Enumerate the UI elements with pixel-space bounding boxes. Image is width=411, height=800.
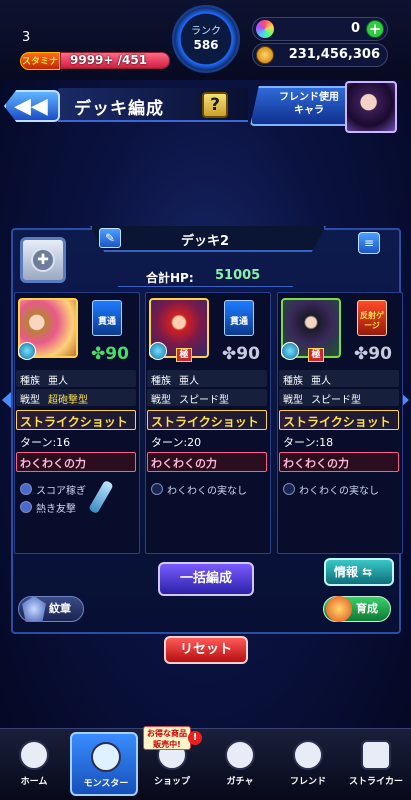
deck-name: デッキ2 <box>180 234 230 249</box>
edit-deck-name-button[interactable]: ✎ <box>99 228 121 248</box>
ability-label: わくわくの力 <box>20 457 86 470</box>
luck-2: ✤90 <box>222 344 260 364</box>
deck-list-button[interactable]: ≡ <box>358 232 380 254</box>
style-label: 戦型 <box>20 395 40 406</box>
gauge-skill-1: わくわくの実なし <box>167 486 247 497</box>
race-label: 種族 <box>20 376 40 387</box>
gacha-icon <box>225 740 255 770</box>
grow-icon <box>326 596 352 622</box>
strike-shot-turn: ターン:16 <box>20 436 71 449</box>
nav-shop-label: ショップ <box>153 777 190 787</box>
strike-shot-turn: ターン:20 <box>151 436 202 449</box>
style-label: 戦型 <box>151 395 171 406</box>
sale-badge-line2: 販売中! <box>153 740 181 749</box>
coin-value: 231,456,306 <box>288 47 380 62</box>
gauge-skill-1: わくわくの実なし <box>299 486 379 497</box>
gauge-skill-icon <box>151 483 163 495</box>
reset-button[interactable]: リセット <box>164 636 248 664</box>
gauge-skill-icon <box>20 483 32 495</box>
striker-icon <box>361 740 391 770</box>
help-button[interactable]: ? <box>202 92 228 118</box>
gauge-skill-1: スコア稼ぎ <box>36 486 86 497</box>
race-value: 亜人 <box>48 376 68 387</box>
luck-value: 90 <box>368 344 392 364</box>
nav-home-label: ホーム <box>20 777 48 787</box>
bulk-edit-button[interactable]: 一括編成 <box>158 562 254 596</box>
type-badge-2: 貫通 <box>224 300 254 336</box>
strike-shot-label: ストライクショット <box>283 415 391 429</box>
race-label: 種族 <box>151 376 171 387</box>
nav-friend-label: フレンド <box>289 777 326 787</box>
nav-home[interactable]: ホーム <box>0 732 68 796</box>
strike-shot-label: ストライクショット <box>20 415 128 429</box>
element-orb-icon <box>149 342 167 360</box>
buy-gems-button[interactable]: + <box>366 20 384 38</box>
notification-dot: ! <box>188 731 202 745</box>
lock-icon: ✚ <box>31 248 55 272</box>
sale-badge: お得な商品販売中! <box>143 726 191 750</box>
ability-label: わくわくの力 <box>283 457 349 470</box>
luck-1: ✤90 <box>91 344 129 364</box>
back-arrow-icon: ◀◀ <box>14 94 48 119</box>
gauge-skill-icon <box>20 501 32 513</box>
ability-label: わくわくの力 <box>151 457 217 470</box>
total-hp-label: 合計HP: <box>146 271 194 285</box>
rank-label: ランク <box>191 26 221 37</box>
friend-avatar[interactable] <box>345 81 397 133</box>
luck-value: 90 <box>236 344 260 364</box>
element-orb-icon <box>281 342 299 360</box>
strike-shot-turn: ターン:18 <box>283 436 334 449</box>
nav-monster-label: モンスター <box>83 779 129 789</box>
nav-gacha[interactable]: ガチャ <box>206 732 274 796</box>
race-label: 種族 <box>283 376 303 387</box>
hp-underline <box>118 286 293 287</box>
style-value: スピード型 <box>179 395 229 406</box>
friend-label-line1: フレンド使用 <box>279 92 339 103</box>
gauge-skill-2: 熱き友撃 <box>36 504 76 515</box>
gem-icon <box>256 20 274 38</box>
style-label: 戦型 <box>283 395 303 406</box>
max-badge-icon: 極 <box>176 348 192 362</box>
friend-character-label: フレンド使用 キャラ <box>262 91 356 117</box>
luck-3: ✤90 <box>354 344 392 364</box>
stamina-text: 9999+ /451 <box>70 53 148 67</box>
race-value: 亜人 <box>311 376 331 387</box>
nav-striker[interactable]: ストライカー <box>342 732 410 796</box>
nav-monster[interactable]: モンスター <box>70 732 138 796</box>
type-badge-label: 反射ゲージ <box>360 311 384 330</box>
info-toggle-button[interactable]: 情報 ⇆ <box>324 558 394 586</box>
gem-value: 0 <box>350 21 360 36</box>
nav-friend[interactable]: フレンド <box>274 732 342 796</box>
player-level: 3 <box>22 30 31 45</box>
gauge-skill-icon <box>283 483 295 495</box>
style-value: 超砲撃型 <box>48 395 88 406</box>
strike-shot-label: ストライクショット <box>151 415 259 429</box>
style-value: スピード型 <box>311 395 361 406</box>
stamina-label: スタミナ <box>20 52 60 70</box>
friend-label-line2: キャラ <box>294 105 324 116</box>
monster-icon <box>91 742 121 772</box>
type-badge-1: 貫通 <box>92 300 122 336</box>
luck-value: 90 <box>105 344 129 364</box>
max-badge-icon: 極 <box>308 348 324 362</box>
type-badge-label: 貫通 <box>229 317 248 327</box>
page-title: デッキ編成 <box>74 99 164 119</box>
rank-value: 586 <box>193 38 219 52</box>
type-badge-label: 貫通 <box>97 317 116 327</box>
prev-deck-arrow-icon[interactable] <box>2 392 11 408</box>
sale-badge-line1: お得な商品 <box>147 729 187 738</box>
total-hp-value: 51005 <box>215 268 261 283</box>
element-orb-icon <box>18 342 36 360</box>
nav-gacha-label: ガチャ <box>226 777 254 787</box>
friend-icon <box>293 740 323 770</box>
nav-striker-label: ストライカー <box>348 777 403 787</box>
type-badge-3: 反射ゲージ <box>357 300 387 336</box>
race-value: 亜人 <box>179 376 199 387</box>
home-icon <box>19 740 49 770</box>
